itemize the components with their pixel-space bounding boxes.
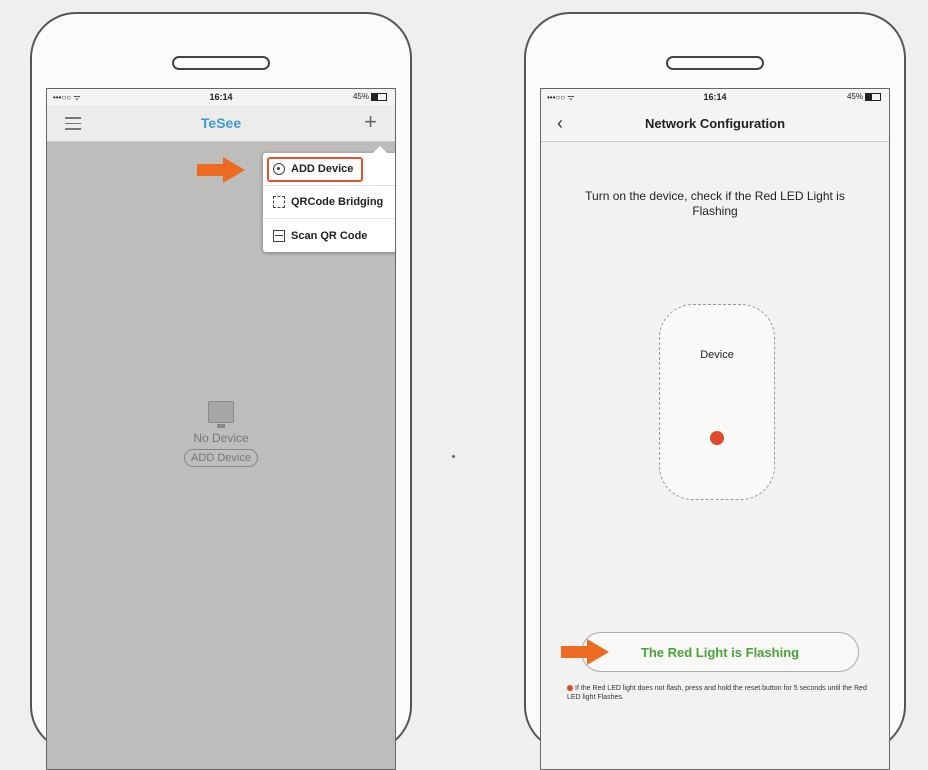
battery-indicator: 45% xyxy=(847,92,881,101)
menu-item-qrcode-bridging[interactable]: QRCode Bridging xyxy=(263,186,395,219)
device-label: Device xyxy=(700,349,734,361)
battery-icon xyxy=(371,92,387,101)
add-menu-dropdown: ADD Device QRCode Bridging Scan QR Code xyxy=(263,146,395,252)
orange-arrow-icon xyxy=(561,639,609,665)
scan-icon xyxy=(273,229,285,242)
status-time: 16:14 xyxy=(209,92,233,102)
reset-note: If the Red LED light does not flash, pre… xyxy=(567,684,871,702)
device-illustration: Device xyxy=(659,304,775,500)
page-title: Network Configuration xyxy=(644,116,786,131)
speck-mark xyxy=(452,455,455,458)
nav-bar: TeSee + xyxy=(47,105,395,142)
menu-item-label: Scan QR Code xyxy=(291,229,368,242)
battery-indicator: 45% xyxy=(353,92,387,101)
nav-bar: ‹ Network Configuration xyxy=(541,105,889,142)
screen-device-list: •••○○ ᯤ 16:14 45% TeSee + No Device ADD … xyxy=(46,88,396,770)
battery-icon xyxy=(865,92,881,101)
battery-percent: 45% xyxy=(846,92,863,101)
highlight-box xyxy=(267,157,363,182)
qrcode-icon xyxy=(273,196,285,208)
phone-right: •••○○ ᯤ 16:14 45% ‹ Network Configuratio… xyxy=(524,12,906,770)
status-bar: •••○○ ᯤ 16:14 45% xyxy=(541,89,889,105)
screen-network-configuration: •••○○ ᯤ 16:14 45% ‹ Network Configuratio… xyxy=(540,88,890,770)
empty-state: No Device ADD Device xyxy=(47,401,395,467)
red-led-icon xyxy=(710,431,724,445)
menu-item-label: QRCode Bridging xyxy=(291,196,384,208)
confirm-button-label: The Red Light is Flashing xyxy=(640,644,800,660)
status-bar: •••○○ ᯤ 16:14 45% xyxy=(47,89,395,105)
orange-arrow-icon xyxy=(197,157,245,183)
monitor-icon xyxy=(208,401,234,428)
menu-item-add-device[interactable]: ADD Device xyxy=(263,153,395,186)
no-device-text: No Device xyxy=(193,431,249,445)
status-time: 16:14 xyxy=(703,92,727,102)
warning-dot-icon xyxy=(567,685,573,692)
phone-left: •••○○ ᯤ 16:14 45% TeSee + No Device ADD … xyxy=(30,12,412,770)
add-device-button[interactable]: ADD Device xyxy=(184,449,258,467)
speaker-slot xyxy=(172,56,270,70)
add-plus-icon[interactable]: + xyxy=(364,111,377,133)
menu-item-scan-qr-code[interactable]: Scan QR Code xyxy=(263,219,395,252)
app-title: TeSee xyxy=(200,115,242,131)
reset-note-text: If the Red LED light does not flash, pre… xyxy=(567,685,867,701)
instruction-text: Turn on the device, check if the Red LED… xyxy=(585,189,845,218)
battery-percent: 45% xyxy=(352,92,369,101)
red-light-flashing-button[interactable]: The Red Light is Flashing xyxy=(581,632,859,672)
speaker-slot xyxy=(666,56,764,70)
